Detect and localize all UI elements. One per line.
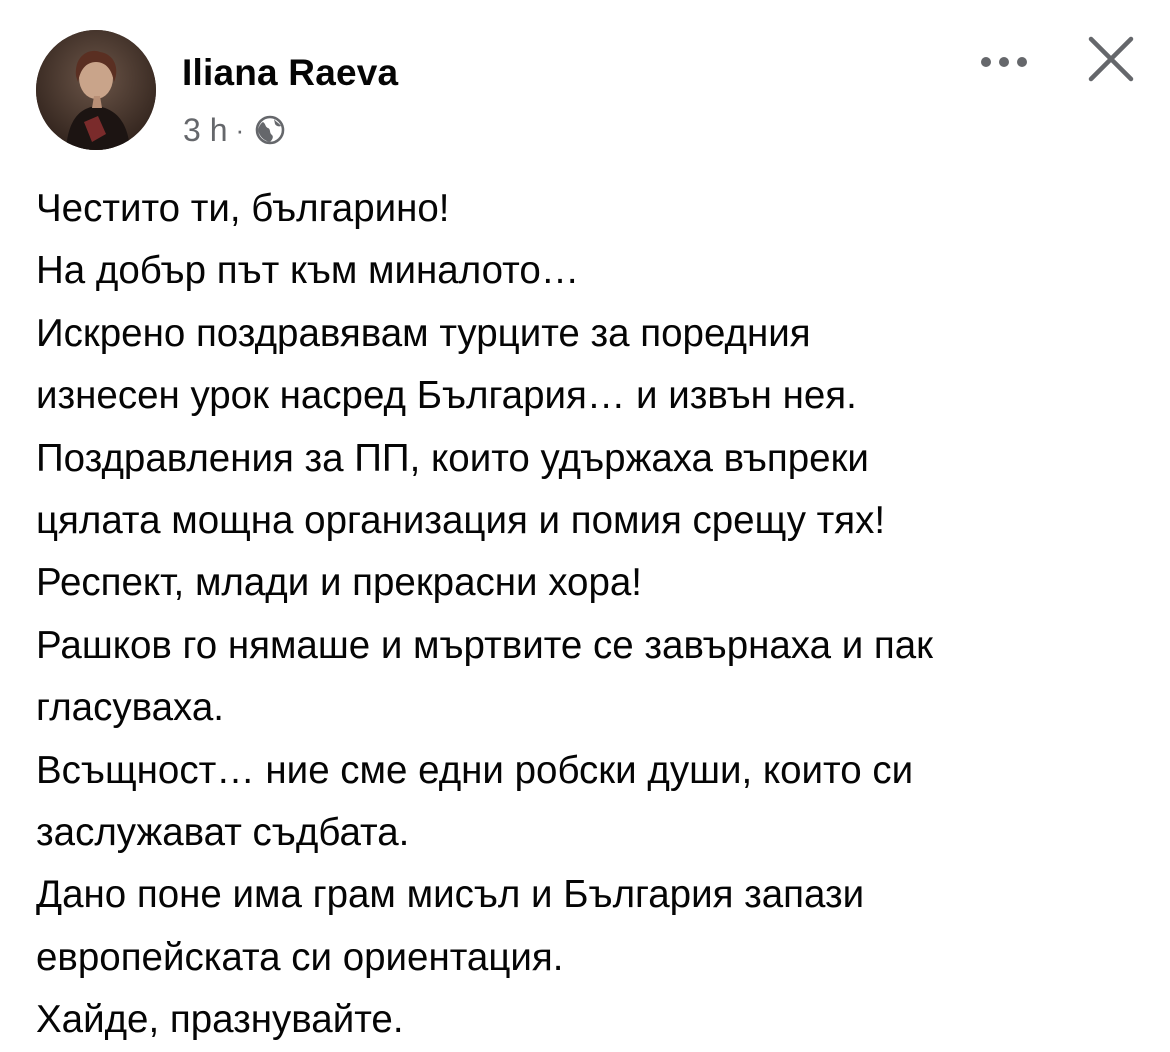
post-text: Честито ти, българино! На добър път към …	[36, 178, 1146, 1052]
post-line: Респект, млади и прекрасни хора!	[36, 561, 642, 605]
post-line: Честито ти, българино!	[36, 187, 450, 230]
post-line: Рашков го нямаше и мъртвите се завърнаха…	[36, 623, 934, 667]
post-line: европейската си ориентация.	[36, 935, 564, 979]
avatar[interactable]	[36, 30, 156, 150]
globe-icon[interactable]	[254, 114, 286, 146]
post-line: цялата мощна организация и помия срещу т…	[36, 499, 886, 543]
post-meta: 3 h ·	[183, 110, 286, 150]
close-button[interactable]	[1080, 28, 1142, 90]
more-options-icon	[981, 57, 1027, 67]
post-line: гласуваха.	[36, 686, 224, 730]
close-icon	[1088, 36, 1134, 82]
post-line: Искрено поздравявам турците за поредния	[36, 311, 811, 355]
meta-separator: ·	[235, 114, 245, 145]
author-name[interactable]: Iliana Raeva	[182, 52, 398, 94]
post-line: изнесен урок насред България… и извън не…	[36, 374, 857, 418]
post-line: На добър път към миналото…	[36, 249, 580, 293]
post-line: Всъщност… ние сме едни робски души, коит…	[36, 748, 914, 792]
post-line: заслужават съдбата.	[36, 811, 410, 855]
post-line: Дано поне има грам мисъл и България запа…	[36, 873, 865, 917]
more-options-button[interactable]	[974, 42, 1034, 82]
post-header: Iliana Raeva 3 h ·	[36, 28, 1136, 152]
post-time[interactable]: 3 h	[183, 112, 227, 149]
post-line: Хайде, празнувайте.	[36, 998, 404, 1042]
post-line: Поздравления за ПП, които удържаха въпре…	[36, 436, 869, 480]
